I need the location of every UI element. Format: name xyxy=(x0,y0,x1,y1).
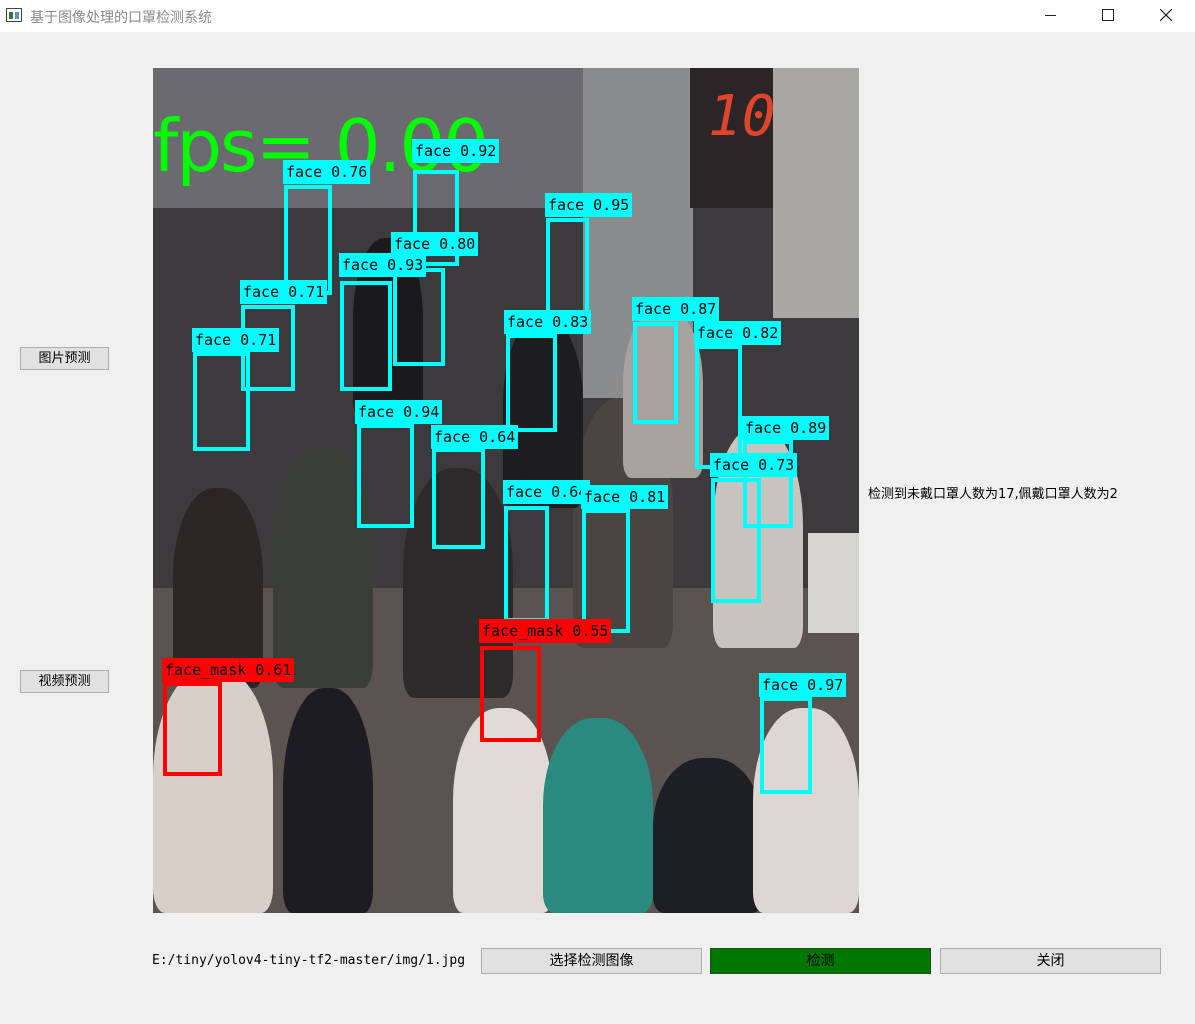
detection-box xyxy=(340,281,392,391)
detection-box xyxy=(760,697,812,794)
detection-box xyxy=(193,352,250,451)
image-path-label: E:/tiny/yolov4-tiny-tf2-master/img/1.jpg xyxy=(152,953,466,968)
detection-box-mask xyxy=(480,646,541,742)
detect-button[interactable]: 检测 xyxy=(710,948,931,974)
detection-label: face 0.94 xyxy=(355,400,443,424)
detection-label-mask: face_mask 0.61 xyxy=(162,658,295,682)
title-bar: 基于图像处理的口罩检测系统 xyxy=(0,0,1195,32)
detection-box xyxy=(504,506,549,622)
select-image-button[interactable]: 选择检测图像 xyxy=(481,948,702,974)
maximize-button[interactable] xyxy=(1079,0,1137,32)
detection-label: face 0.89 xyxy=(742,416,830,440)
window-title: 基于图像处理的口罩检测系统 xyxy=(30,10,212,26)
close-button[interactable]: 关闭 xyxy=(940,948,1161,974)
image-predict-button[interactable]: 图片预测 xyxy=(20,347,109,370)
detection-label: face 0.97 xyxy=(759,673,847,697)
app-window-icon xyxy=(6,8,22,22)
detection-label: face 0.93 xyxy=(339,253,427,277)
detection-label: face 0.73 xyxy=(710,453,798,477)
detection-box xyxy=(633,322,678,424)
detection-box xyxy=(284,185,332,295)
close-icon xyxy=(1160,9,1172,21)
detection-label: face 0.71 xyxy=(240,280,328,304)
station-sign-number: 10 xyxy=(708,84,776,149)
detection-box xyxy=(506,334,557,432)
detection-box xyxy=(695,345,742,469)
detection-label: face 0.82 xyxy=(694,321,782,345)
detection-result-text: 检测到未戴口罩人数为17,佩戴口罩人数为2 xyxy=(868,487,1118,502)
detection-box xyxy=(393,268,445,366)
detection-box xyxy=(432,448,485,549)
detection-box xyxy=(582,509,630,633)
detection-box-mask xyxy=(163,682,222,776)
detection-label: face 0.95 xyxy=(545,193,633,217)
detection-label: face 0.64 xyxy=(503,480,591,504)
close-window-button[interactable] xyxy=(1137,0,1195,32)
detection-box xyxy=(357,424,414,528)
detection-label: face 0.64 xyxy=(431,425,519,449)
detection-label: face 0.76 xyxy=(283,160,371,184)
video-predict-button[interactable]: 视频预测 xyxy=(20,670,109,693)
detection-image-viewer: 10 fps= 0.00 face 0.92 face 0.76 face 0.… xyxy=(153,68,859,913)
detection-label: face 0.81 xyxy=(581,485,669,509)
detection-label: face 0.87 xyxy=(632,297,720,321)
detection-label-mask: face_mask 0.55 xyxy=(479,619,612,643)
detection-box xyxy=(711,478,761,603)
detection-box xyxy=(546,218,589,322)
detection-label: face 0.71 xyxy=(192,328,280,352)
detection-label: face 0.83 xyxy=(504,310,592,334)
minimize-button[interactable] xyxy=(1021,0,1079,32)
detection-label: face 0.92 xyxy=(412,139,500,163)
